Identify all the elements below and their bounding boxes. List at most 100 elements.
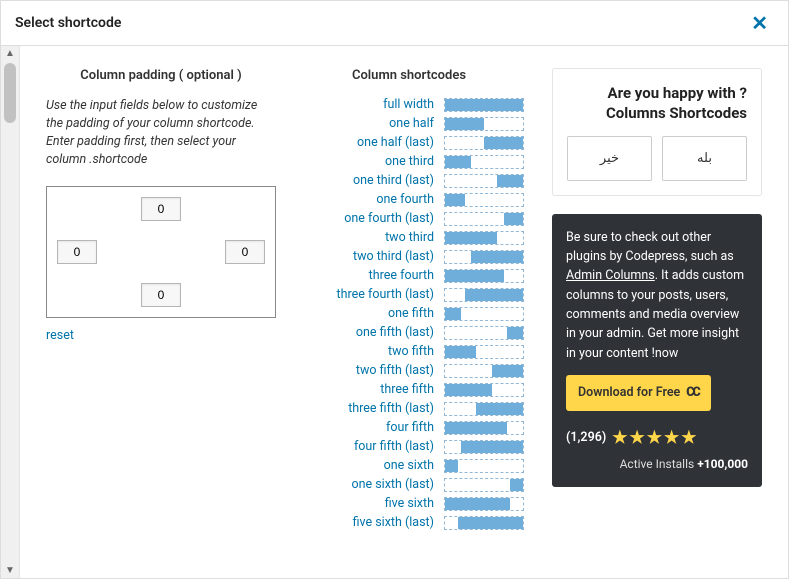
- shortcode-label[interactable]: four fifth: [386, 420, 434, 435]
- padding-preview: [46, 186, 276, 318]
- shortcode-label[interactable]: one half: [389, 116, 434, 131]
- shortcode-row: two third: [294, 230, 524, 245]
- shortcode-row: one fourth (last): [294, 211, 524, 226]
- shortcode-row: four fifth: [294, 420, 524, 435]
- installs-value: +100,000: [697, 457, 748, 471]
- shortcode-label[interactable]: one sixth: [384, 458, 434, 473]
- promo-text-1: Be sure to check out other plugins by Co…: [566, 230, 734, 264]
- survey-yes-button[interactable]: بله: [662, 136, 747, 181]
- shortcodes-heading: Column shortcodes: [294, 68, 524, 83]
- shortcode-row: two fifth: [294, 344, 524, 359]
- shortcode-label[interactable]: four fifth (last): [354, 439, 434, 454]
- download-button[interactable]: Download for Free CC: [566, 375, 711, 410]
- padding-top-input[interactable]: [141, 197, 181, 221]
- shortcode-row: one fifth: [294, 306, 524, 321]
- shortcode-row: one sixth: [294, 458, 524, 473]
- shortcode-label[interactable]: one half (last): [357, 135, 434, 150]
- shortcode-row: one fourth: [294, 192, 524, 207]
- shortcode-label[interactable]: one fifth (last): [356, 325, 434, 340]
- shortcode-label[interactable]: full width: [383, 97, 434, 112]
- shortcode-preview[interactable]: [444, 307, 524, 321]
- shortcode-preview[interactable]: [444, 440, 524, 454]
- reset-link[interactable]: reset: [46, 328, 74, 343]
- shortcode-row: three fourth (last): [294, 287, 524, 302]
- shortcode-row: four fifth (last): [294, 439, 524, 454]
- survey-question: Are you happy with ?Columns Shortcodes: [567, 83, 747, 124]
- shortcode-label[interactable]: one sixth (last): [351, 477, 434, 492]
- shortcode-label[interactable]: three fifth (last): [348, 401, 434, 416]
- shortcode-label[interactable]: three fifth: [380, 382, 434, 397]
- shortcode-label[interactable]: two third: [385, 230, 434, 245]
- shortcode-label[interactable]: one fifth: [388, 306, 434, 321]
- shortcode-preview[interactable]: [444, 231, 524, 245]
- main-panel: Column padding ( optional ) Use the inpu…: [46, 68, 524, 556]
- shortcode-label[interactable]: five sixth: [385, 496, 434, 511]
- sidebar: Are you happy with ?Columns Shortcodes خ…: [552, 68, 762, 556]
- shortcode-row: two third (last): [294, 249, 524, 264]
- promo-card: Be sure to check out other plugins by Co…: [552, 214, 762, 488]
- shortcode-preview[interactable]: [444, 478, 524, 492]
- shortcode-row: one third: [294, 154, 524, 169]
- rating-row: (1,296) ★★★★★: [566, 425, 748, 451]
- shortcode-label[interactable]: two fifth (last): [356, 363, 434, 378]
- survey-no-button[interactable]: خیر: [567, 136, 652, 181]
- shortcode-preview[interactable]: [444, 383, 524, 397]
- shortcode-preview[interactable]: [444, 288, 524, 302]
- shortcode-preview[interactable]: [444, 155, 524, 169]
- shortcode-preview[interactable]: [444, 250, 524, 264]
- scroll-up-icon[interactable]: ▲: [3, 46, 17, 61]
- shortcode-label[interactable]: two third (last): [353, 249, 434, 264]
- installs-label: Active Installs: [620, 457, 695, 471]
- shortcode-label[interactable]: one third (last): [353, 173, 434, 188]
- shortcode-label[interactable]: five sixth (last): [353, 515, 434, 530]
- shortcode-preview[interactable]: [444, 402, 524, 416]
- shortcode-label[interactable]: two fifth: [388, 344, 434, 359]
- close-icon[interactable]: ✕: [745, 9, 774, 37]
- padding-left-input[interactable]: [57, 240, 97, 264]
- shortcode-preview[interactable]: [444, 326, 524, 340]
- shortcode-row: one third (last): [294, 173, 524, 188]
- shortcode-label[interactable]: one fourth: [376, 192, 434, 207]
- shortcode-preview[interactable]: [444, 174, 524, 188]
- shortcode-preview[interactable]: [444, 212, 524, 226]
- shortcode-preview[interactable]: [444, 421, 524, 435]
- shortcode-row: three fourth: [294, 268, 524, 283]
- padding-column: Column padding ( optional ) Use the inpu…: [46, 68, 276, 556]
- shortcode-label[interactable]: three fourth: [369, 268, 434, 283]
- survey-card: Are you happy with ?Columns Shortcodes خ…: [552, 68, 762, 196]
- shortcode-preview[interactable]: [444, 364, 524, 378]
- shortcode-preview[interactable]: [444, 516, 524, 530]
- shortcode-row: one half: [294, 116, 524, 131]
- shortcode-preview[interactable]: [444, 497, 524, 511]
- shortcode-preview[interactable]: [444, 136, 524, 150]
- padding-bottom-input[interactable]: [141, 283, 181, 307]
- modal-body: ▲ ▼ Column padding ( optional ) Use the …: [1, 46, 788, 578]
- admin-columns-link[interactable]: Admin Columns: [566, 268, 655, 283]
- active-installs: Active Installs +100,000: [566, 455, 748, 474]
- scroll-thumb[interactable]: [4, 63, 16, 123]
- shortcode-row: five sixth (last): [294, 515, 524, 530]
- shortcode-label[interactable]: three fourth (last): [337, 287, 434, 302]
- scroll-down-icon[interactable]: ▼: [3, 563, 17, 578]
- shortcode-row: three fifth: [294, 382, 524, 397]
- shortcodes-column: Column shortcodes full width one half one …: [294, 68, 524, 556]
- shortcode-preview[interactable]: [444, 459, 524, 473]
- shortcode-preview[interactable]: [444, 117, 524, 131]
- shortcode-preview[interactable]: [444, 193, 524, 207]
- shortcode-preview[interactable]: [444, 269, 524, 283]
- shortcode-list: full width one half one half (last) one thi…: [294, 97, 524, 530]
- content: Column padding ( optional ) Use the inpu…: [20, 46, 788, 578]
- padding-right-input[interactable]: [225, 240, 265, 264]
- padding-description: Use the input fields below to customize …: [46, 97, 276, 170]
- modal-title: Select shortcode: [15, 15, 121, 31]
- shortcode-row: three fifth (last): [294, 401, 524, 416]
- shortcode-label[interactable]: one fourth (last): [344, 211, 434, 226]
- shortcode-label[interactable]: one third: [385, 154, 434, 169]
- shortcode-preview[interactable]: [444, 98, 524, 112]
- shortcode-row: one fifth (last): [294, 325, 524, 340]
- shortcode-row: one sixth (last): [294, 477, 524, 492]
- modal-header: Select shortcode ✕: [1, 1, 788, 46]
- scrollbar[interactable]: ▲ ▼: [1, 46, 20, 578]
- download-label: Download for Free: [578, 383, 680, 402]
- shortcode-preview[interactable]: [444, 345, 524, 359]
